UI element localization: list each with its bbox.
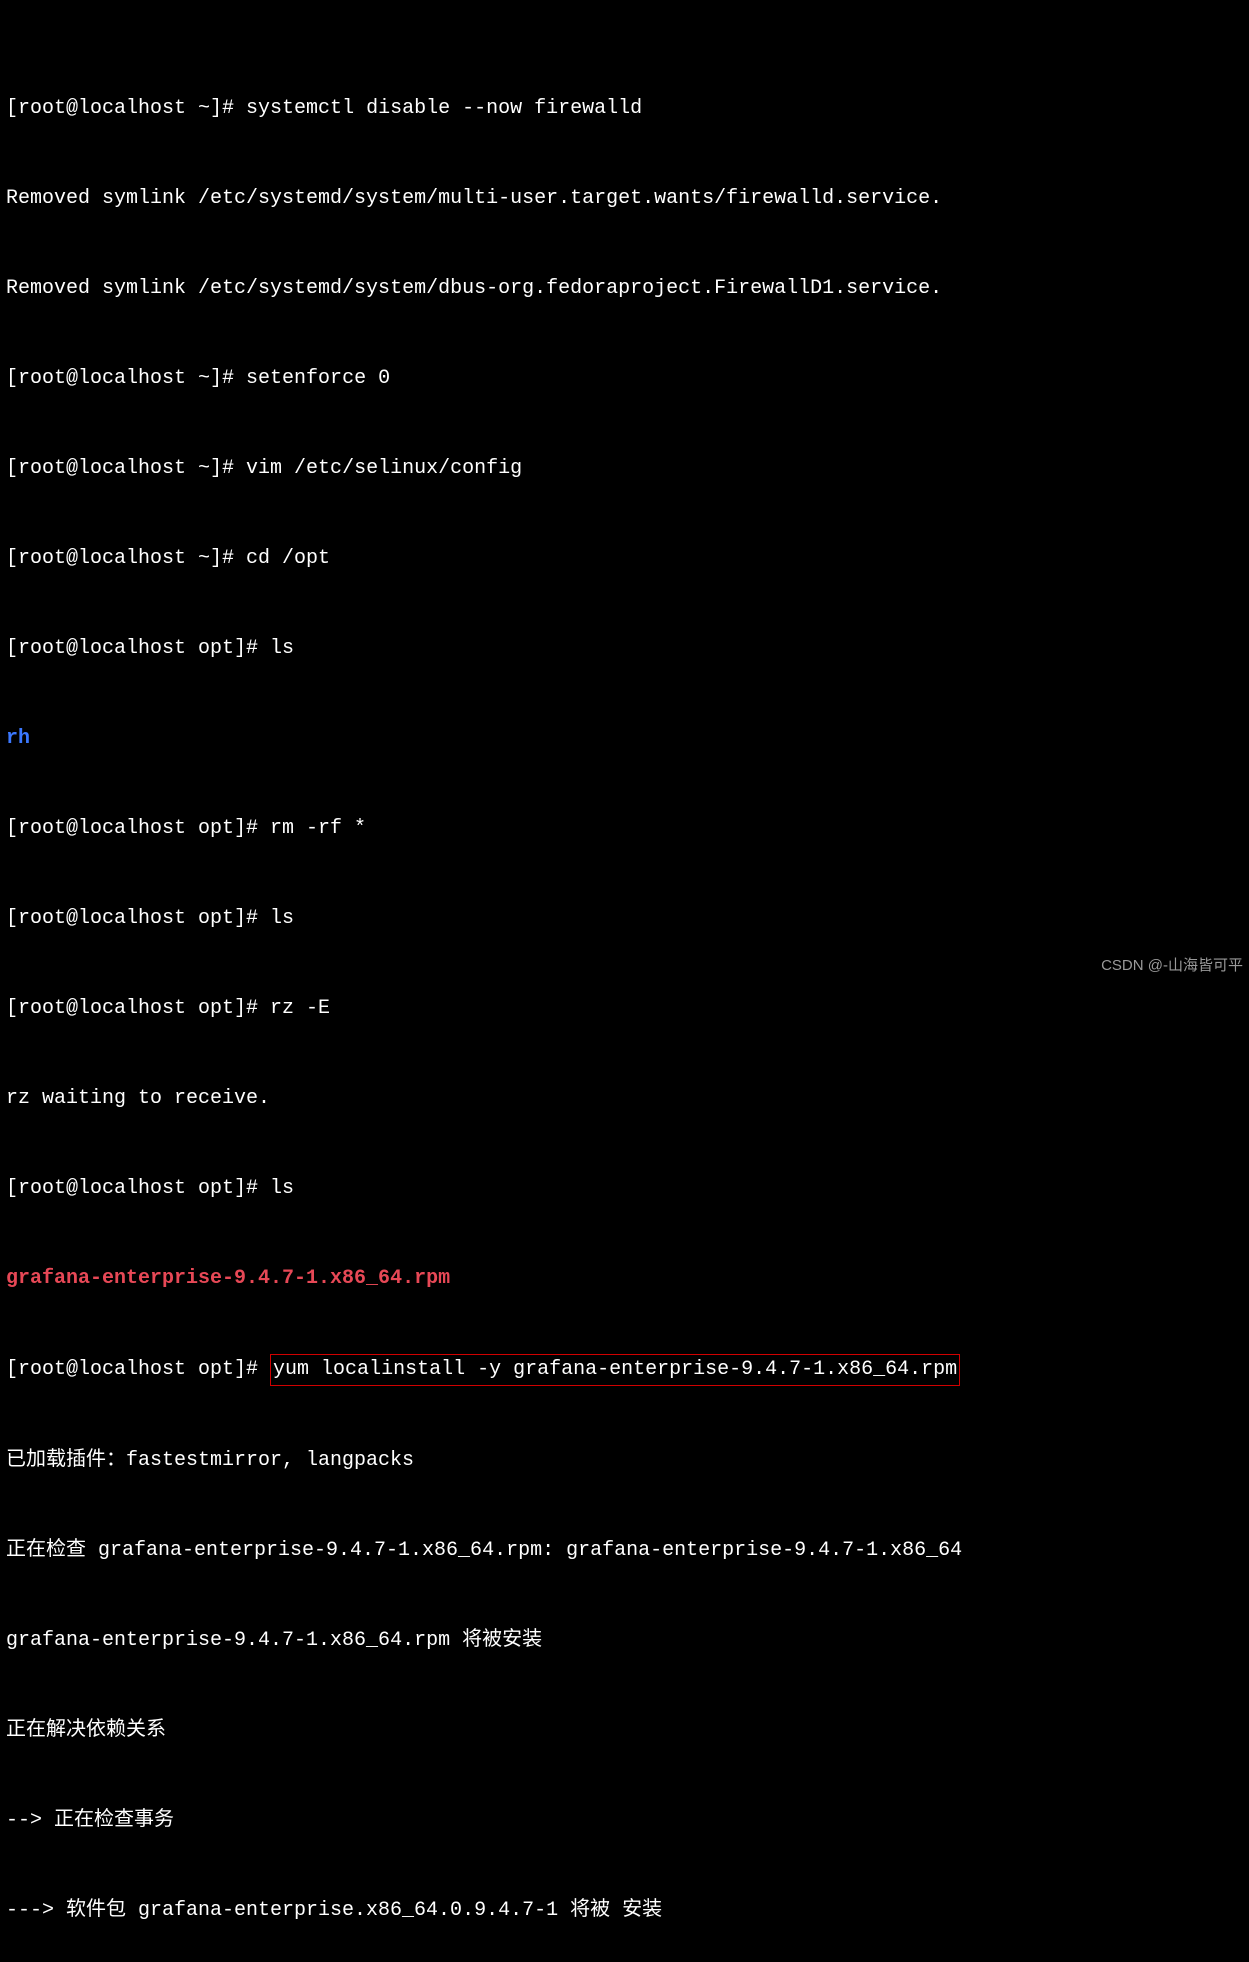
ls-file-entry: grafana-enterprise-9.4.7-1.x86_64.rpm: [6, 1264, 1243, 1294]
highlighted-command: yum localinstall -y grafana-enterprise-9…: [270, 1354, 960, 1386]
prompt: [root@localhost opt]#: [6, 997, 270, 1020]
output-line: --> 正在检查事务: [6, 1806, 1243, 1836]
prompt: [root@localhost opt]#: [6, 1358, 270, 1381]
output-line: grafana-enterprise-9.4.7-1.x86_64.rpm 将被…: [6, 1626, 1243, 1656]
output-line: 正在检查 grafana-enterprise-9.4.7-1.x86_64.r…: [6, 1536, 1243, 1566]
prompt: [root@localhost ~]#: [6, 547, 246, 570]
cmd-line: [root@localhost opt]# ls: [6, 1174, 1243, 1204]
command-text: setenforce 0: [246, 367, 390, 390]
command-text: ls: [270, 637, 294, 660]
output-line: 已加载插件：fastestmirror, langpacks: [6, 1446, 1243, 1476]
cmd-line: [root@localhost opt]# ls: [6, 634, 1243, 664]
prompt: [root@localhost opt]#: [6, 1177, 270, 1200]
output-line: Removed symlink /etc/systemd/system/mult…: [6, 184, 1243, 214]
prompt: [root@localhost opt]#: [6, 907, 270, 930]
command-text: rm -rf *: [270, 817, 366, 840]
prompt: [root@localhost ~]#: [6, 367, 246, 390]
command-text: ls: [270, 907, 294, 930]
output-line: ---> 软件包 grafana-enterprise.x86_64.0.9.4…: [6, 1896, 1243, 1926]
output-line: Removed symlink /etc/systemd/system/dbus…: [6, 274, 1243, 304]
output-line: rz waiting to receive.: [6, 1084, 1243, 1114]
cmd-line: [root@localhost opt]# rz -E: [6, 994, 1243, 1024]
output-line: 正在解决依赖关系: [6, 1716, 1243, 1746]
prompt: [root@localhost opt]#: [6, 817, 270, 840]
ls-dir-entry: rh: [6, 724, 1243, 754]
cmd-line: [root@localhost opt]# yum localinstall -…: [6, 1354, 1243, 1386]
cmd-line: [root@localhost opt]# ls: [6, 904, 1243, 934]
terminal-output[interactable]: [root@localhost ~]# systemctl disable --…: [0, 0, 1249, 1962]
cmd-line: [root@localhost ~]# systemctl disable --…: [6, 94, 1243, 124]
command-text: rz -E: [270, 997, 330, 1020]
command-text: systemctl disable --now firewalld: [246, 97, 642, 120]
prompt: [root@localhost ~]#: [6, 457, 246, 480]
cmd-line: [root@localhost ~]# cd /opt: [6, 544, 1243, 574]
command-text: vim /etc/selinux/config: [246, 457, 522, 480]
cmd-line: [root@localhost opt]# rm -rf *: [6, 814, 1243, 844]
prompt: [root@localhost opt]#: [6, 637, 270, 660]
command-text: ls: [270, 1177, 294, 1200]
prompt: [root@localhost ~]#: [6, 97, 246, 120]
cmd-line: [root@localhost ~]# vim /etc/selinux/con…: [6, 454, 1243, 484]
command-text: cd /opt: [246, 547, 330, 570]
watermark: CSDN @-山海皆可平: [1101, 955, 1243, 978]
cmd-line: [root@localhost ~]# setenforce 0: [6, 364, 1243, 394]
